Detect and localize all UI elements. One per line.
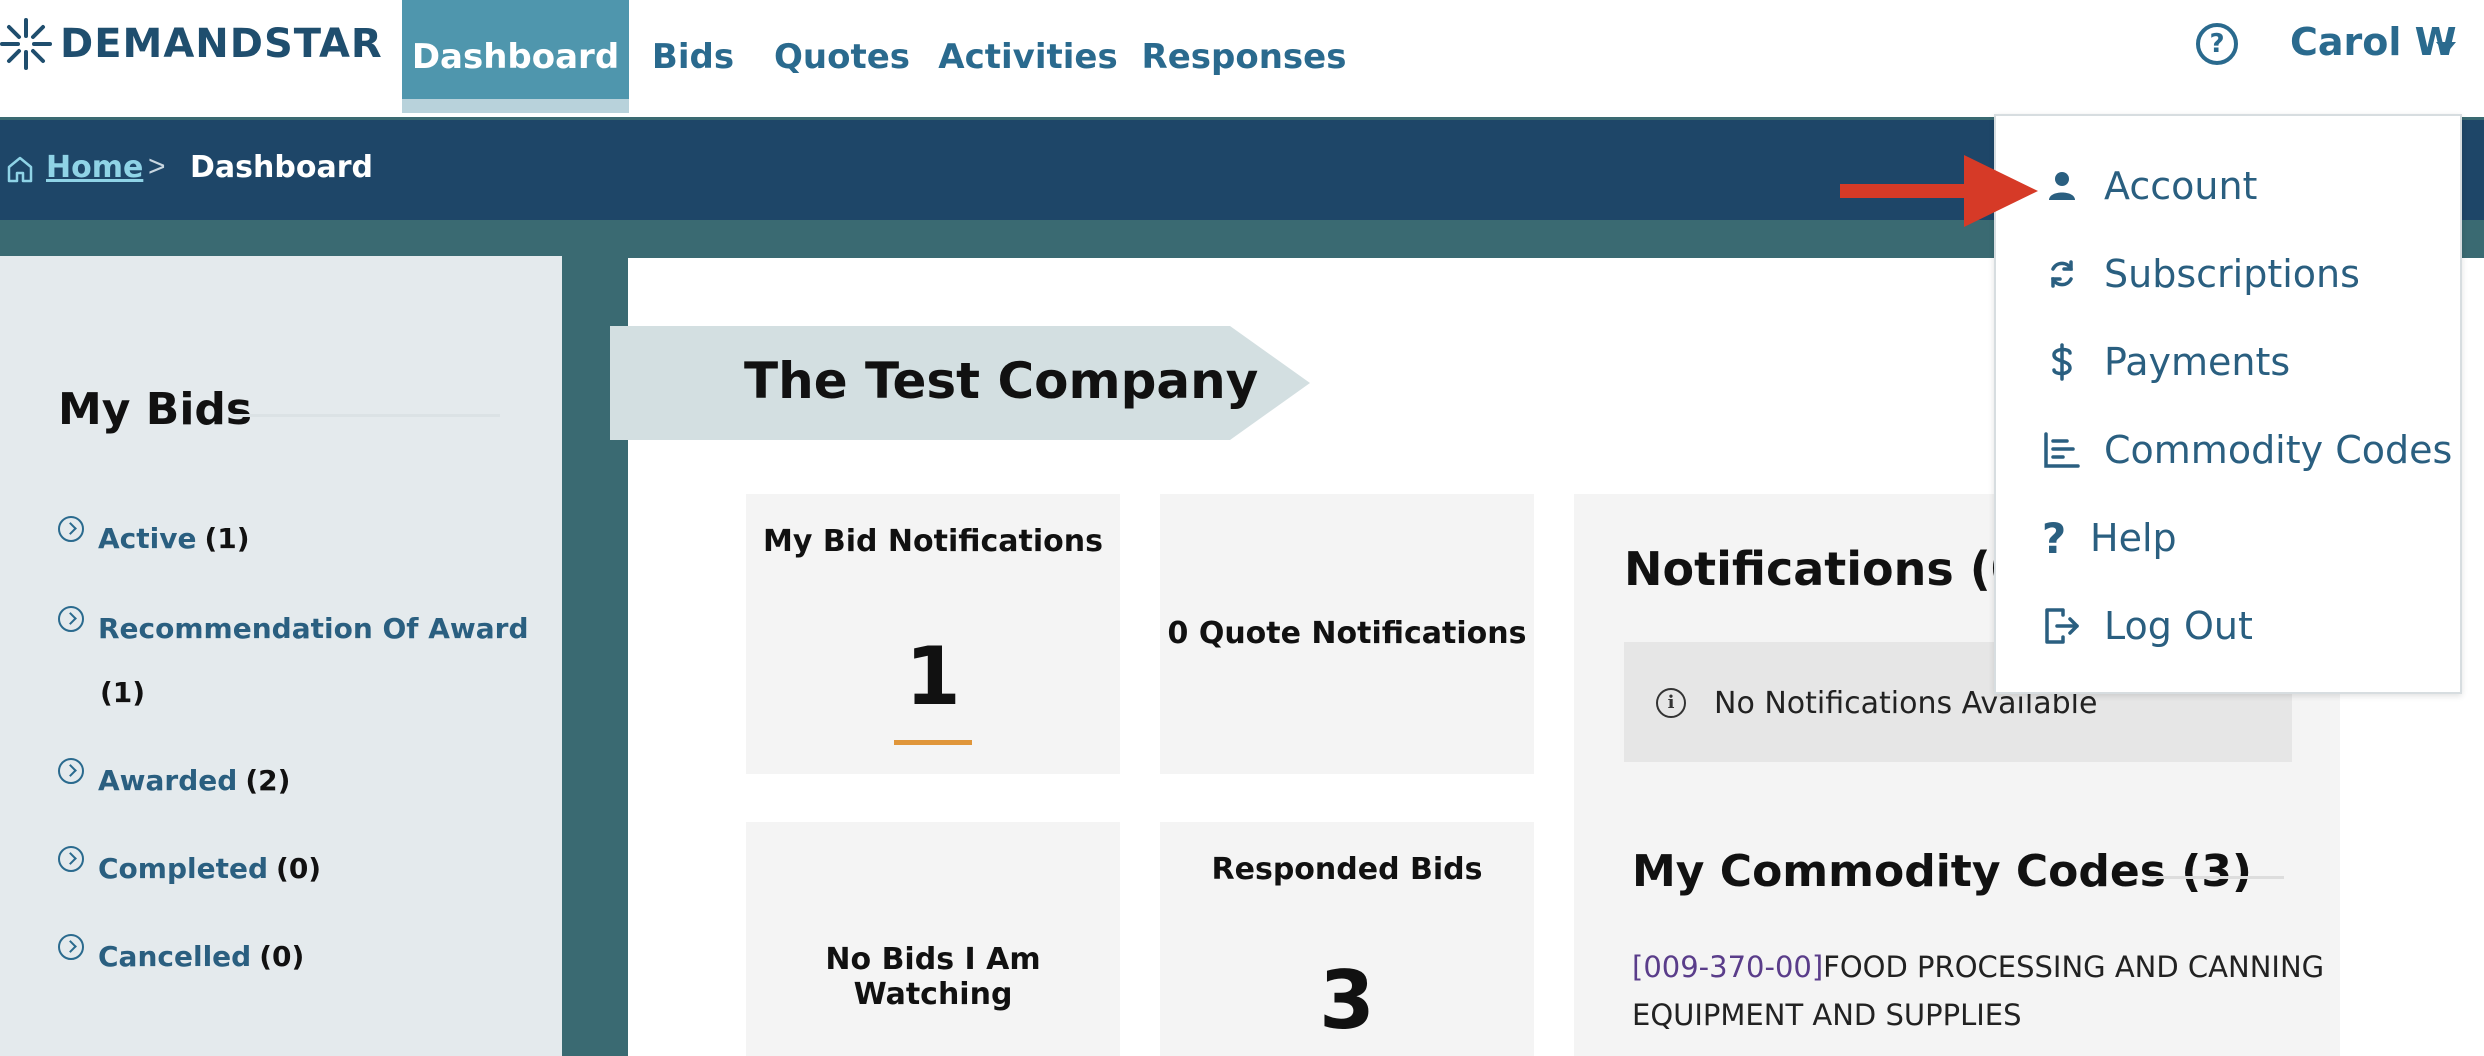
chevron-right-circle-icon: [58, 606, 84, 632]
card-title: Responded Bids: [1211, 852, 1483, 887]
tab-activities[interactable]: Activities: [938, 0, 1117, 113]
person-icon: [2042, 166, 2082, 206]
bid-filter-count: (0): [276, 852, 322, 885]
home-icon: [7, 156, 33, 183]
bid-filter-recommendation-of-award[interactable]: Recommendation Of Award: [58, 606, 529, 645]
dollar-icon: [2042, 342, 2082, 382]
breadcrumb-home-link[interactable]: Home: [46, 150, 143, 185]
responded-bids-card[interactable]: Responded Bids 3: [1160, 822, 1534, 1056]
menu-item-payments[interactable]: Payments: [2042, 334, 2290, 390]
bid-filter-label[interactable]: Active: [98, 522, 197, 555]
commodity-code-desc-cont: EQUIPMENT AND SUPPLIES: [1632, 998, 2022, 1032]
card-count: 1: [905, 630, 961, 723]
commodity-codes-title: My Commodity Codes (3): [1632, 846, 2253, 897]
commodity-code-item: [009-370-00]FOOD PROCESSING AND CANNING: [1632, 950, 2324, 984]
menu-item-account[interactable]: Account: [2042, 158, 2257, 214]
breadcrumb-separator: >: [148, 150, 166, 183]
bid-filter-count: (1): [100, 676, 146, 709]
bid-filter-completed[interactable]: Completed (0): [58, 846, 322, 885]
card-title: 0 Quote Notifications: [1167, 616, 1527, 651]
card-title: No Bids I Am Watching: [825, 942, 1041, 1012]
commodity-code-desc: FOOD PROCESSING AND CANNING: [1823, 950, 2325, 984]
chevron-right-circle-icon: [58, 516, 84, 542]
brand-name: DEMANDSTAR: [60, 21, 383, 67]
commodity-code-id: [009-370-00]: [1632, 950, 1824, 984]
question-icon: ?: [2041, 513, 2067, 563]
menu-item-commodity-codes[interactable]: Commodity Codes: [2042, 422, 2452, 478]
my-bids-title: My Bids: [58, 384, 253, 435]
bid-filter-label[interactable]: Recommendation Of Award: [98, 612, 529, 645]
title-divider: [2150, 876, 2284, 879]
user-menu-toggle[interactable]: Carol W: [2290, 20, 2457, 64]
count-underline: [894, 740, 972, 745]
star-logo-icon: [0, 18, 52, 70]
bid-filter-label[interactable]: Awarded: [98, 764, 237, 797]
menu-item-label[interactable]: Subscriptions: [2104, 252, 2360, 296]
menu-item-label[interactable]: Commodity Codes: [2104, 428, 2452, 472]
bid-filter-label[interactable]: Cancelled: [98, 940, 251, 973]
demandstar-logo[interactable]: DEMANDSTAR: [0, 18, 383, 70]
menu-item-log-out[interactable]: Log Out: [2042, 598, 2253, 654]
tab-bids[interactable]: Bids: [636, 0, 750, 113]
bid-filter-count: (2): [245, 764, 291, 797]
tab-responses[interactable]: Responses: [1142, 0, 1347, 113]
annotation-arrow-shaft: [1840, 184, 1970, 198]
menu-item-label[interactable]: Payments: [2104, 340, 2290, 384]
company-name: The Test Company: [744, 352, 1259, 410]
bids-watching-card[interactable]: No Bids I Am Watching: [746, 822, 1120, 1056]
tab-quotes[interactable]: Quotes: [772, 0, 912, 113]
bid-filter-awarded[interactable]: Awarded (2): [58, 758, 291, 797]
bid-filter-count: (0): [259, 940, 305, 973]
card-title: My Bid Notifications: [763, 524, 1103, 559]
menu-item-label[interactable]: Account: [2104, 164, 2257, 208]
menu-item-help[interactable]: ? Help: [2042, 510, 2177, 566]
quote-notifications-card[interactable]: 0 Quote Notifications: [1160, 494, 1534, 774]
help-icon[interactable]: ?: [2196, 23, 2238, 65]
bid-filter-count: (1): [204, 522, 250, 555]
chevron-right-circle-icon: [58, 934, 84, 960]
bid-filter-active[interactable]: Active (1): [58, 516, 250, 555]
info-icon: i: [1656, 688, 1686, 718]
breadcrumb-current: Dashboard: [190, 150, 373, 185]
menu-item-label[interactable]: Help: [2090, 516, 2177, 560]
chevron-right-circle-icon: [58, 846, 84, 872]
tab-dashboard[interactable]: Dashboard: [402, 0, 629, 113]
refresh-icon: [2042, 254, 2082, 294]
chevron-right-circle-icon: [58, 758, 84, 784]
menu-item-label[interactable]: Log Out: [2104, 604, 2253, 648]
logout-icon: [2042, 606, 2082, 646]
bid-filter-cancelled[interactable]: Cancelled (0): [58, 934, 305, 973]
card-count: 3: [1319, 954, 1375, 1047]
title-divider: [230, 414, 500, 417]
menu-item-subscriptions[interactable]: Subscriptions: [2042, 246, 2360, 302]
chevron-down-icon[interactable]: [2436, 42, 2456, 54]
annotation-arrow-head: [1964, 155, 2038, 227]
bid-notifications-card[interactable]: My Bid Notifications 1: [746, 494, 1120, 774]
list-chart-icon: [2042, 430, 2082, 470]
my-bids-panel: [0, 256, 562, 1056]
notifications-title: Notifications (0): [1624, 542, 2044, 596]
top-navigation: DEMANDSTAR Dashboard Bids Quotes Activit…: [0, 0, 2484, 117]
bid-filter-label[interactable]: Completed: [98, 852, 268, 885]
